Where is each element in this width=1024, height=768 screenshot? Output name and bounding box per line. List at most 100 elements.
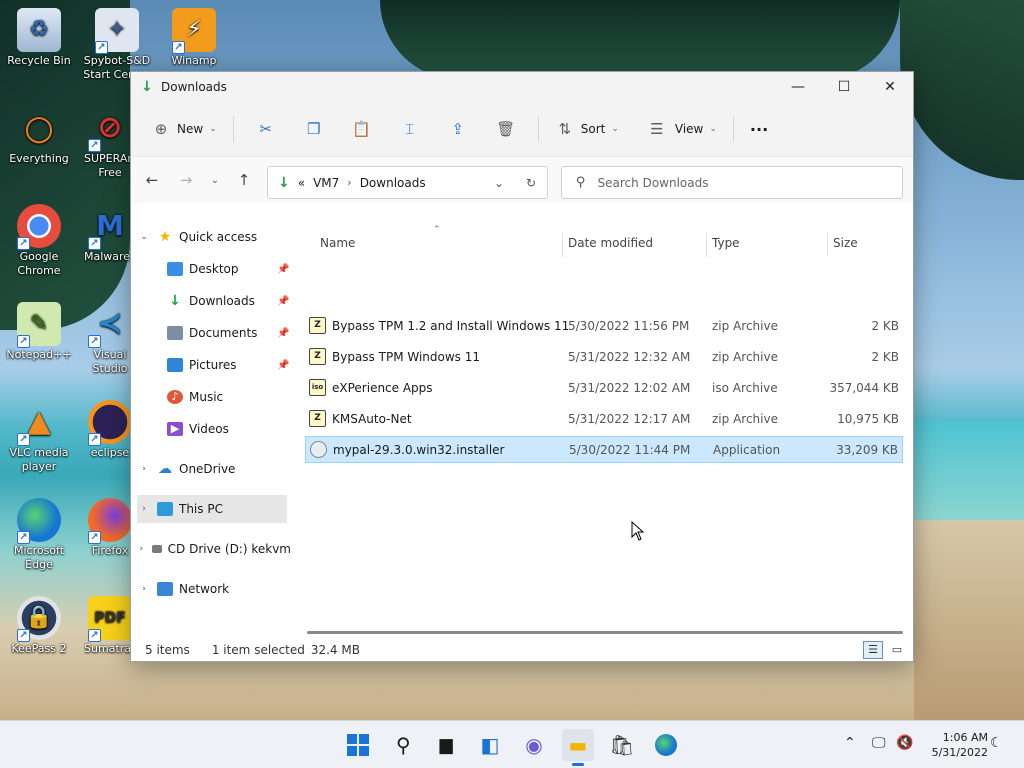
- search-box[interactable]: ⚲ Search Downloads: [561, 166, 903, 199]
- column-divider[interactable]: [827, 233, 828, 257]
- details-view-button[interactable]: ☰: [863, 641, 883, 659]
- desktop-icon-vlc[interactable]: ▲ ↗ VLC media player: [1, 400, 77, 474]
- nav-item-downloads[interactable]: ↓ Downloads 📌: [161, 287, 291, 315]
- toolbar-divider: [232, 116, 234, 142]
- nav-onedrive[interactable]: › ☁ OneDrive: [137, 455, 287, 483]
- store-button[interactable]: 🛍: [606, 729, 638, 761]
- navigation-pane: ⌄ ★ Quick access Desktop 📌 ↓ Downloads 📌…: [131, 221, 291, 631]
- item-count: 5 items: [145, 643, 190, 657]
- title-bar[interactable]: ↓ Downloads — ☐ ✕: [131, 72, 913, 102]
- back-button[interactable]: ←: [135, 171, 169, 189]
- column-header-date[interactable]: Date modified: [568, 221, 653, 265]
- search-input[interactable]: Search Downloads: [598, 176, 709, 190]
- share-button[interactable]: ⇪: [434, 113, 482, 145]
- desktop-icon-firefox[interactable]: ↗ Firefox: [84, 498, 136, 558]
- nav-quick-access[interactable]: ⌄ ★ Quick access: [137, 223, 287, 251]
- file-row[interactable]: Z Bypass TPM Windows 11 5/31/2022 12:32 …: [305, 343, 903, 370]
- copy-button[interactable]: ❐: [290, 113, 338, 145]
- volume-tray-button[interactable]: 🔇: [896, 735, 913, 751]
- chevron-right-icon: ›: [142, 464, 146, 474]
- desktop-icon-sumatra[interactable]: PDF↗ Sumatra PDF: [84, 596, 136, 656]
- column-divider[interactable]: [562, 233, 563, 257]
- desktop-icon-winamp[interactable]: ⚡ ↗ Winamp: [156, 8, 232, 68]
- desktop-icon-eclipse[interactable]: ↗ eclipse: [84, 400, 136, 460]
- column-header-type[interactable]: Type: [712, 221, 740, 265]
- address-history-dropdown[interactable]: ⌄: [483, 176, 515, 190]
- desktop-icon-superantispyware[interactable]: ⊘↗ SUPERAntiSpyware Free Edition: [84, 106, 136, 180]
- desktop-icon-edge[interactable]: ↗ Microsoft Edge: [1, 498, 77, 572]
- column-header-name[interactable]: Name: [320, 221, 355, 265]
- vscode-icon: ≺ ↗: [88, 302, 132, 348]
- file-row[interactable]: iso eXPerience Apps 5/31/2022 12:02 AM i…: [305, 374, 903, 401]
- file-list: ⌃ Name Date modified Type Size Z Bypass …: [291, 221, 913, 631]
- desktop-icon-malwarebytes[interactable]: M↗ Malwarebytes: [84, 204, 136, 264]
- minimize-button[interactable]: —: [775, 72, 821, 102]
- cut-button[interactable]: ✂: [242, 113, 290, 145]
- desktop-icon-everything[interactable]: ○ Everything: [1, 106, 77, 166]
- desktop-icon-label: Sumatra PDF: [84, 642, 136, 655]
- selection-size: 32.4 MB: [310, 643, 360, 657]
- search-button[interactable]: ⚲: [387, 729, 419, 761]
- nav-label: Music: [189, 390, 224, 404]
- clock[interactable]: 1:06 AM 5/31/2022: [918, 730, 988, 760]
- breadcrumb-downloads[interactable]: Downloads: [360, 176, 426, 190]
- delete-button[interactable]: 🗑: [482, 113, 530, 145]
- desktop-icon-notepadpp[interactable]: ✎ ↗ Notepad++: [1, 302, 77, 362]
- address-bar[interactable]: ↓ « VM7 › Downloads ⌄ ↻: [267, 166, 548, 199]
- desktop-icon-vscode[interactable]: ≺↗ Visual Studio Code: [84, 302, 136, 376]
- horizontal-scrollbar[interactable]: [307, 631, 903, 634]
- sort-button[interactable]: ⇅ Sort ⌄: [547, 113, 627, 145]
- refresh-button[interactable]: ↻: [515, 176, 547, 190]
- nav-cd-drive[interactable]: › CD Drive (D:) kekvm: [137, 535, 291, 563]
- nav-item-music[interactable]: ♪ Music: [161, 383, 291, 411]
- file-explorer-taskbar-button[interactable]: ▬: [562, 729, 594, 766]
- nav-item-documents[interactable]: Documents 📌: [161, 319, 291, 347]
- nav-network[interactable]: › Network: [137, 575, 287, 603]
- nav-item-pictures[interactable]: Pictures 📌: [161, 351, 291, 379]
- widgets-button[interactable]: ◧: [474, 729, 506, 761]
- file-size: 33,209 KB: [836, 442, 898, 457]
- column-divider[interactable]: [706, 233, 707, 257]
- folder-icon: ▬: [568, 733, 588, 757]
- iso-archive-icon: iso: [309, 379, 326, 396]
- network-tray-button[interactable]: 🖵: [872, 735, 886, 751]
- desktop-icon-keepass[interactable]: 🔒 ↗ KeePass 2: [1, 596, 77, 656]
- file-size: 357,044 KB: [829, 380, 899, 395]
- view-list-icon: ☰: [650, 120, 664, 138]
- view-button[interactable]: ☰ View ⌄: [639, 113, 725, 145]
- maximize-button[interactable]: ☐: [821, 72, 867, 102]
- file-row-selected[interactable]: mypal-29.3.0.win32.installer 5/30/2022 1…: [305, 436, 903, 463]
- up-button[interactable]: ↑: [227, 171, 261, 189]
- edge-taskbar-button[interactable]: [650, 729, 682, 761]
- more-options-button[interactable]: ···: [742, 113, 776, 145]
- breadcrumb-overflow[interactable]: «: [298, 176, 305, 190]
- close-button[interactable]: ✕: [867, 72, 913, 102]
- notifications-button[interactable]: ☾: [990, 735, 1003, 751]
- breadcrumb-separator[interactable]: ›: [347, 176, 351, 189]
- new-button[interactable]: ⊕ New ⌄: [143, 113, 225, 145]
- forward-button[interactable]: →: [169, 171, 203, 189]
- nav-label: Desktop: [189, 262, 239, 276]
- sort-icon: ⇅: [558, 120, 572, 138]
- show-hidden-icons-button[interactable]: ⌃: [844, 735, 856, 751]
- desktop-icon-chrome[interactable]: ↗ Google Chrome: [1, 204, 77, 278]
- zip-archive-icon: Z: [309, 410, 326, 427]
- start-button[interactable]: [342, 729, 374, 761]
- rename-button[interactable]: ⌶: [386, 113, 434, 145]
- wallpaper-palm-right: [900, 0, 1024, 180]
- paste-button[interactable]: 📋: [338, 113, 386, 145]
- nav-this-pc[interactable]: › This PC: [137, 495, 287, 523]
- chat-button[interactable]: ◉: [518, 729, 550, 761]
- window-title: Downloads: [161, 80, 227, 94]
- nav-item-desktop[interactable]: Desktop 📌: [161, 255, 291, 283]
- nav-item-videos[interactable]: ▶ Videos: [161, 415, 291, 443]
- file-row[interactable]: Z KMSAuto-Net 5/31/2022 12:17 AM zip Arc…: [305, 405, 903, 432]
- task-view-button[interactable]: ▆: [430, 729, 462, 761]
- large-icons-view-button[interactable]: ▭: [887, 641, 907, 659]
- recent-locations-button[interactable]: ⌄: [203, 175, 227, 186]
- column-header-size[interactable]: Size: [833, 221, 858, 265]
- file-row[interactable]: Z Bypass TPM 1.2 and Install Windows 11 …: [305, 312, 903, 339]
- breadcrumb-vm7[interactable]: VM7: [313, 176, 339, 190]
- documents-icon: [167, 326, 183, 340]
- desktop-icon-recycle-bin[interactable]: ♻ Recycle Bin: [1, 8, 77, 68]
